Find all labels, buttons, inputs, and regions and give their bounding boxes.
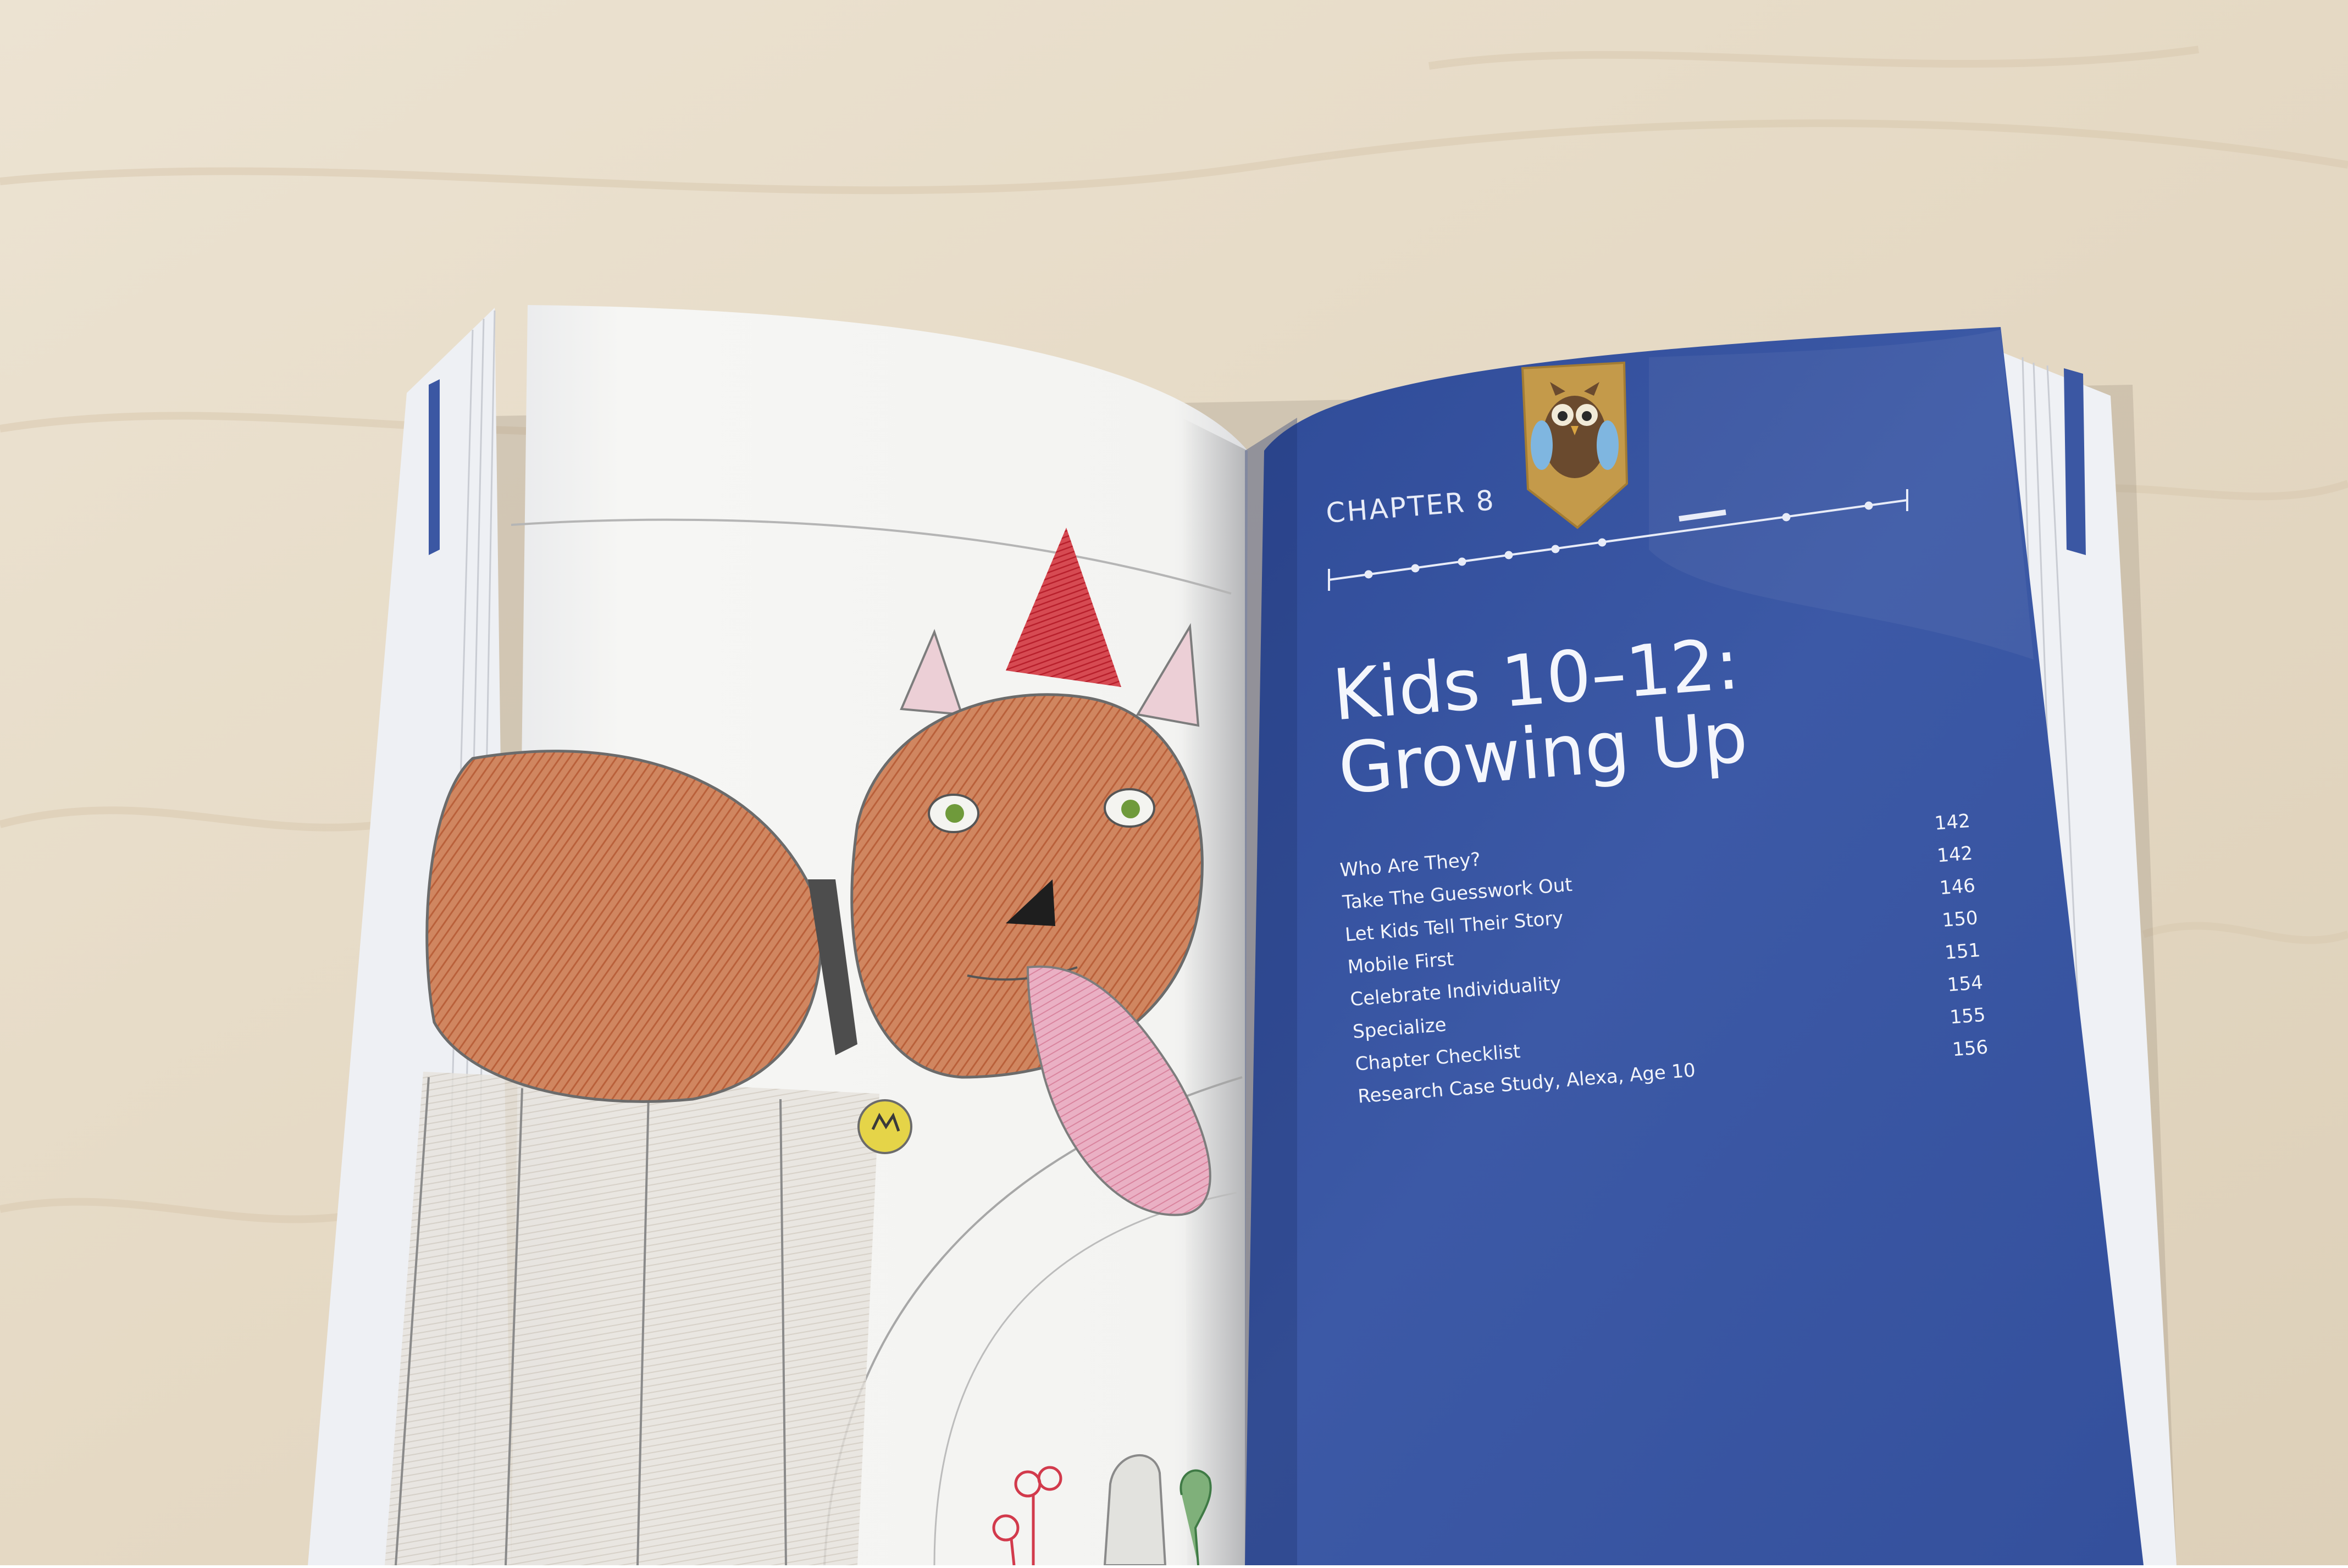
photo-svg — [0, 0, 2348, 1566]
right-cover-stripe — [2064, 368, 2086, 555]
right-gutter-shade — [1245, 418, 1297, 1565]
left-cover-stripe — [429, 379, 440, 555]
fox-leg-area — [385, 1072, 879, 1565]
photo-scene: CHAPTER 8 Kids 10–12: Growing Up Who Are… — [0, 0, 2348, 1566]
drawing-small-figure — [1103, 1454, 1167, 1566]
